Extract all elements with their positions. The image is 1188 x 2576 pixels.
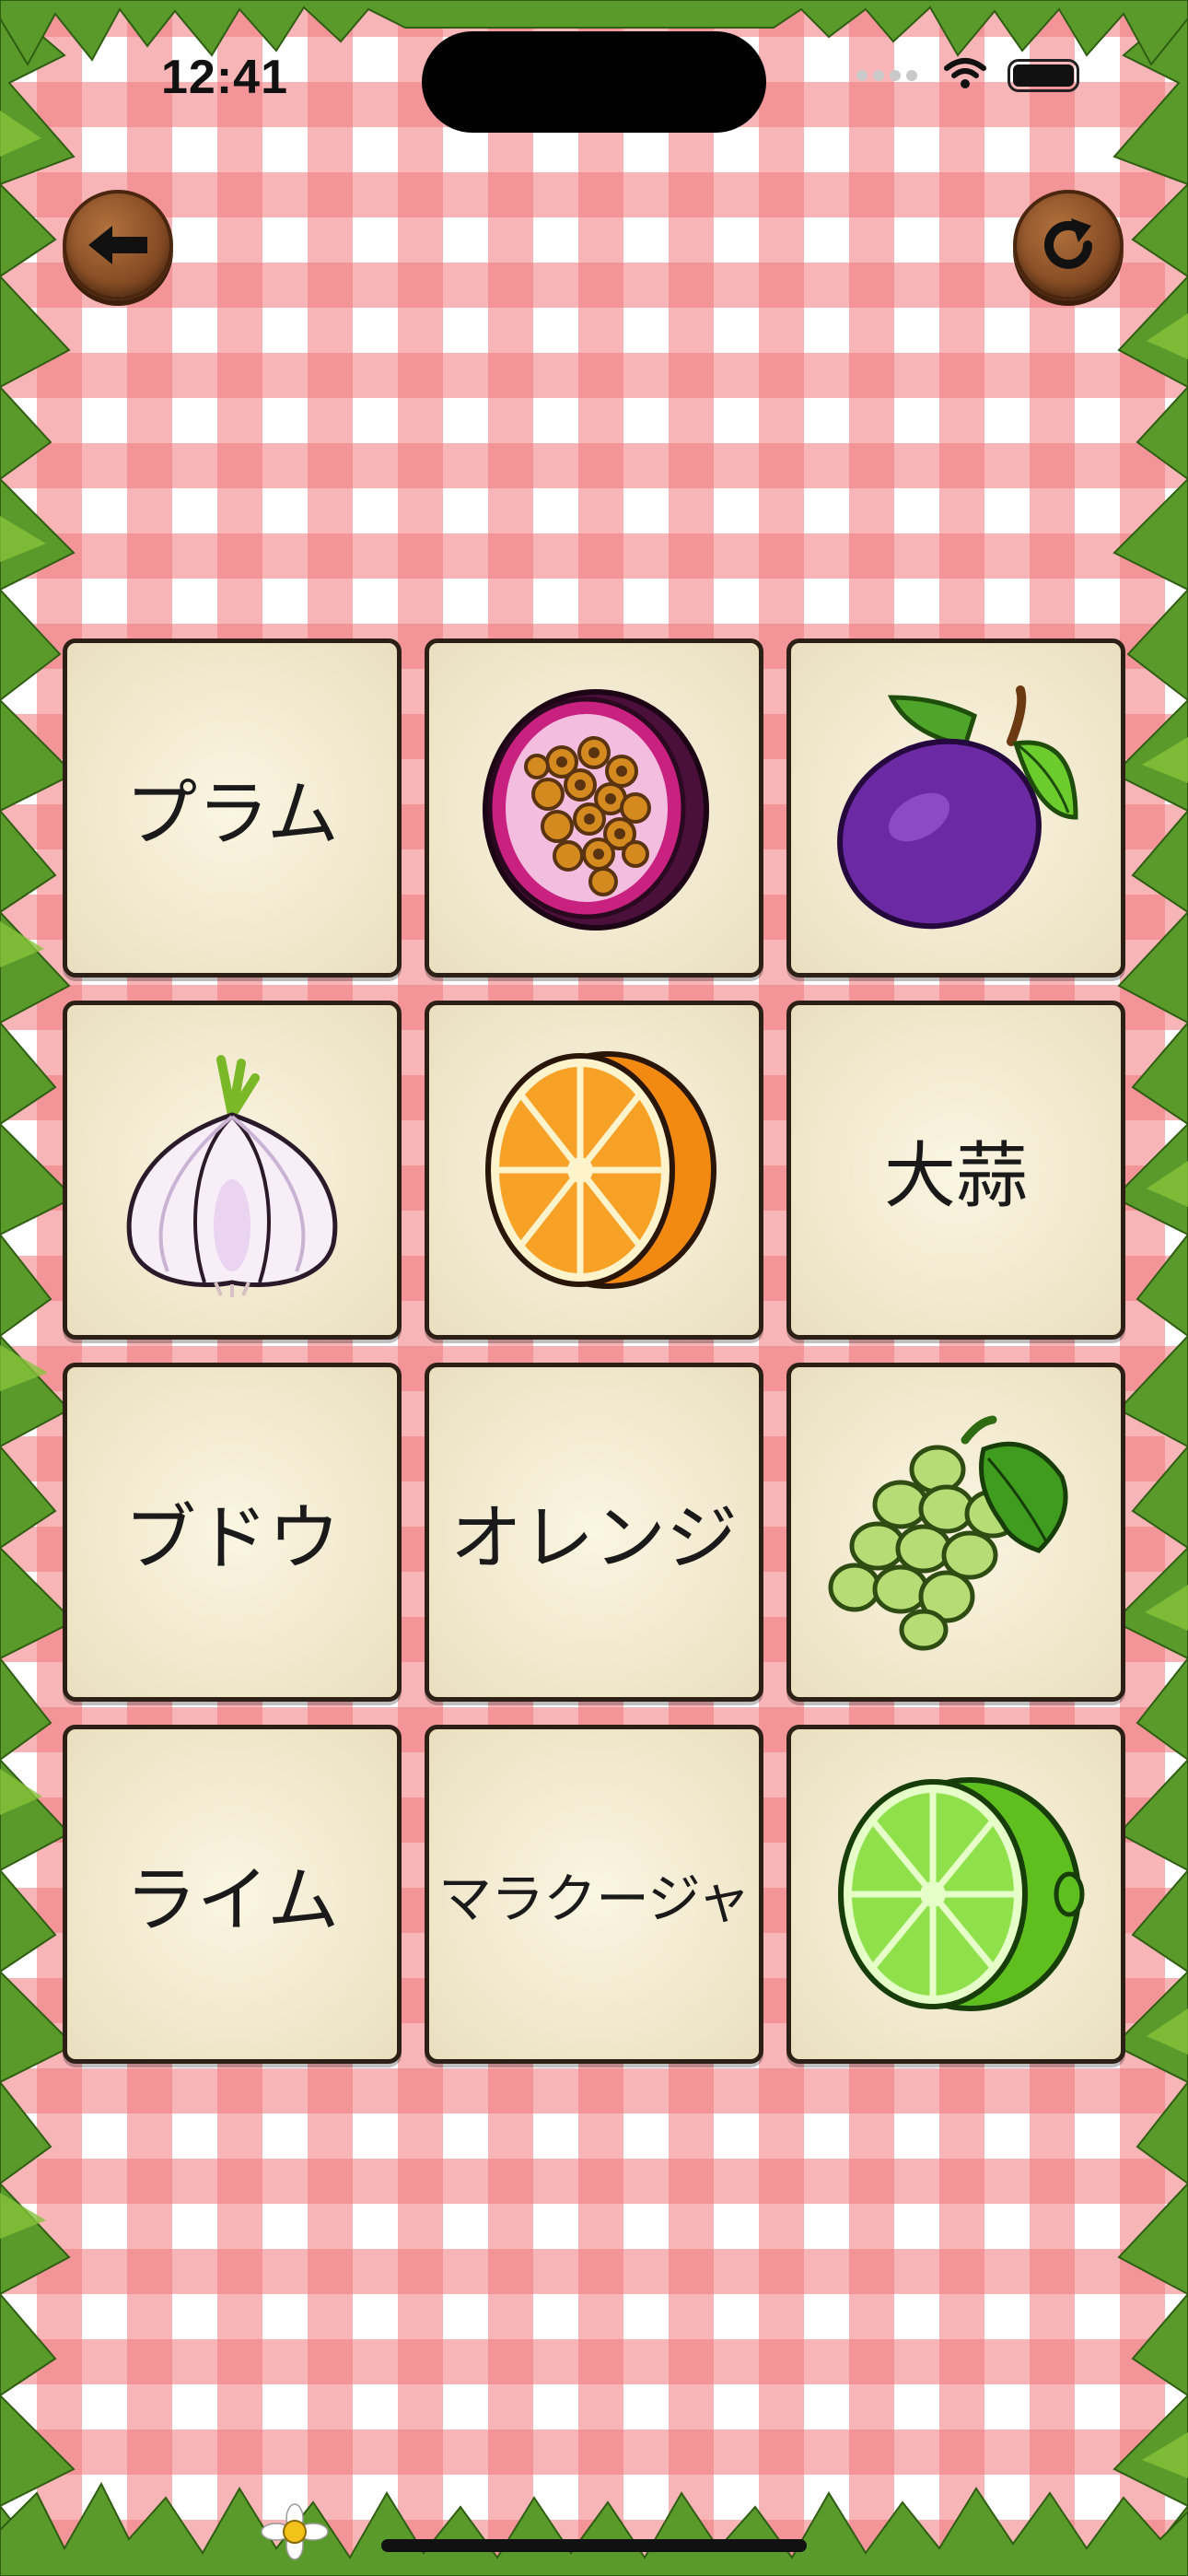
grass-border-bottom <box>0 2475 1188 2576</box>
card-word-label: 大蒜 <box>883 1135 1028 1218</box>
card-word-label: ライム <box>124 1859 340 1942</box>
passion-fruit-icon <box>483 689 709 931</box>
arrow-left-icon <box>88 226 147 264</box>
card-word-label: マラクージャ <box>438 1868 751 1930</box>
refresh-icon <box>1044 218 1092 269</box>
card-image-3[interactable] <box>786 638 1125 978</box>
plum-icon <box>837 685 1078 930</box>
card-word-11[interactable]: マラクージャ <box>425 1725 763 2064</box>
card-word-6[interactable]: 大蒜 <box>786 1001 1125 1340</box>
back-button[interactable] <box>63 190 173 300</box>
status-time: 12:41 <box>161 51 288 104</box>
card-word-label: ブドウ <box>123 1497 340 1580</box>
grapes-icon <box>828 1415 1068 1651</box>
card-image-2[interactable] <box>425 638 763 978</box>
card-word-1[interactable]: プラム <box>63 638 402 978</box>
card-word-10[interactable]: ライム <box>63 1725 402 2064</box>
orange-icon <box>485 1051 716 1289</box>
cellular-signal-icon <box>856 67 923 85</box>
wifi-icon <box>943 57 987 94</box>
card-image-5[interactable] <box>425 1001 763 1340</box>
card-word-7[interactable]: ブドウ <box>63 1363 402 1702</box>
card-image-4[interactable] <box>63 1001 402 1340</box>
dynamic-island <box>422 31 766 133</box>
battery-icon <box>1007 59 1079 92</box>
lime-icon <box>838 1777 1085 2011</box>
refresh-button[interactable] <box>1013 190 1124 300</box>
card-image-9[interactable] <box>786 1363 1125 1702</box>
garlic-icon <box>126 1055 338 1297</box>
memory-card-grid: プラム 大蒜 ブドウ オレンジ ライム マラクージャ <box>63 638 1125 2064</box>
card-word-label: オレンジ <box>449 1497 738 1580</box>
home-indicator[interactable] <box>381 2539 807 2552</box>
card-image-12[interactable] <box>786 1725 1125 2064</box>
game-screen: 12:41 プラム 大蒜 ブドウ オレンジ ライム マラクージャ <box>0 0 1188 2576</box>
status-indicators <box>856 57 1079 94</box>
card-word-label: プラム <box>125 773 339 856</box>
card-word-8[interactable]: オレンジ <box>425 1363 763 1702</box>
daisy-flower-icon <box>261 2503 329 2560</box>
